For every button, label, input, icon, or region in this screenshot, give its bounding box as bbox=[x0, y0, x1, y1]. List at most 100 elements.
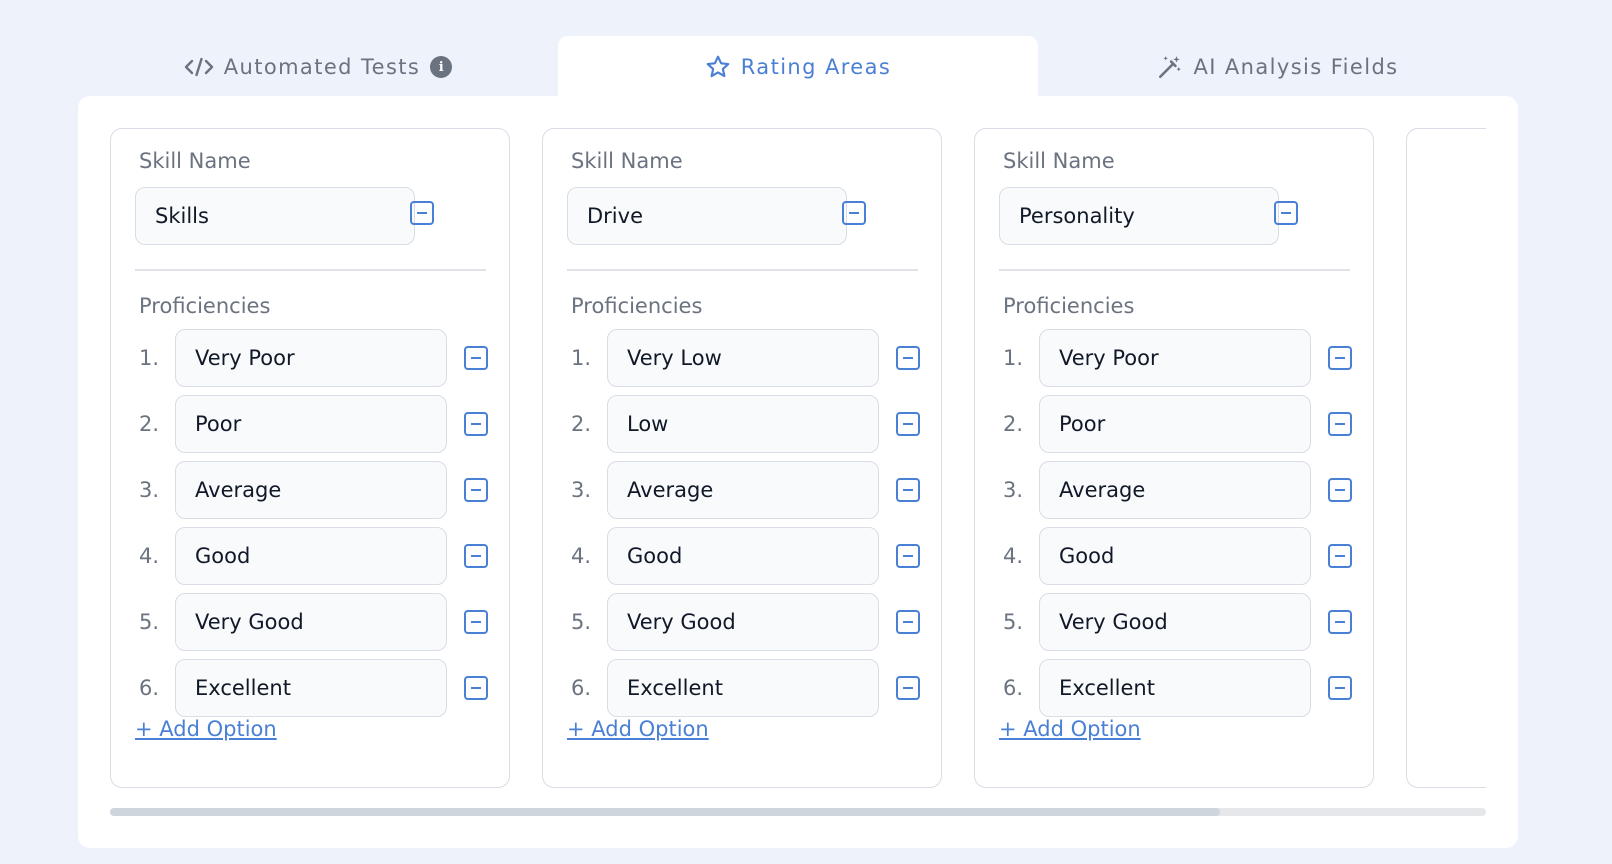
proficiency-row: 4. Good bbox=[543, 527, 943, 585]
tab-ai-analysis-fields[interactable]: AI Analysis Fields bbox=[1038, 36, 1518, 98]
proficiency-row: 3. Average bbox=[543, 461, 943, 519]
skill-name-input[interactable]: Drive bbox=[567, 187, 847, 245]
remove-proficiency-button[interactable] bbox=[896, 478, 920, 502]
remove-proficiency-button[interactable] bbox=[464, 478, 488, 502]
skill-cards-scroller[interactable]: Skill Name Skills Proficiencies 1. Very … bbox=[110, 128, 1486, 788]
proficiency-row: 2. Low bbox=[543, 395, 943, 453]
proficiency-input[interactable]: Excellent bbox=[1039, 659, 1311, 717]
tab-bar: Automated Tests i Rating Areas AI Analys… bbox=[78, 36, 1518, 98]
horizontal-scrollbar[interactable] bbox=[110, 808, 1486, 816]
proficiency-row: 3. Average bbox=[975, 461, 1375, 519]
tab-label: AI Analysis Fields bbox=[1193, 55, 1399, 79]
rating-areas-panel: Skill Name Skills Proficiencies 1. Very … bbox=[78, 96, 1518, 848]
proficiency-input[interactable]: Low bbox=[607, 395, 879, 453]
skill-card-partial bbox=[1406, 128, 1486, 788]
remove-proficiency-button[interactable] bbox=[464, 412, 488, 436]
proficiency-row: 1. Very Poor bbox=[111, 329, 511, 387]
skill-name-input[interactable]: Skills bbox=[135, 187, 415, 245]
divider bbox=[999, 269, 1350, 271]
proficiency-row: 2. Poor bbox=[111, 395, 511, 453]
proficiency-input[interactable]: Very Poor bbox=[175, 329, 447, 387]
proficiency-input[interactable]: Excellent bbox=[607, 659, 879, 717]
remove-skill-button[interactable] bbox=[410, 201, 434, 225]
proficiency-row: 5. Very Good bbox=[543, 593, 943, 651]
tab-label: Rating Areas bbox=[740, 55, 892, 79]
proficiency-row: 5. Very Good bbox=[111, 593, 511, 651]
proficiency-row: 1. Very Poor bbox=[975, 329, 1375, 387]
proficiency-input[interactable]: Good bbox=[1039, 527, 1311, 585]
remove-proficiency-button[interactable] bbox=[896, 412, 920, 436]
proficiency-input[interactable]: Very Good bbox=[175, 593, 447, 651]
code-icon bbox=[184, 56, 214, 78]
tab-automated-tests[interactable]: Automated Tests i bbox=[78, 36, 558, 98]
proficiency-row: 5. Very Good bbox=[975, 593, 1375, 651]
proficiency-number: 1. bbox=[571, 346, 592, 370]
skill-name-label: Skill Name bbox=[1003, 149, 1115, 173]
proficiencies-label: Proficiencies bbox=[139, 294, 271, 318]
proficiency-number: 1. bbox=[139, 346, 160, 370]
proficiencies-label: Proficiencies bbox=[1003, 294, 1135, 318]
skill-card: Skill Name Drive Proficiencies 1. Very L… bbox=[542, 128, 942, 788]
proficiency-number: 2. bbox=[1003, 412, 1024, 436]
magic-wand-icon bbox=[1157, 54, 1183, 80]
skill-name-label: Skill Name bbox=[139, 149, 251, 173]
remove-proficiency-button[interactable] bbox=[1328, 478, 1352, 502]
proficiency-number: 3. bbox=[1003, 478, 1024, 502]
remove-proficiency-button[interactable] bbox=[1328, 610, 1352, 634]
remove-proficiency-button[interactable] bbox=[464, 346, 488, 370]
remove-proficiency-button[interactable] bbox=[1328, 346, 1352, 370]
divider bbox=[567, 269, 918, 271]
remove-proficiency-button[interactable] bbox=[464, 610, 488, 634]
proficiency-number: 6. bbox=[139, 676, 160, 700]
remove-skill-button[interactable] bbox=[842, 201, 866, 225]
proficiency-input[interactable]: Very Good bbox=[607, 593, 879, 651]
remove-proficiency-button[interactable] bbox=[896, 544, 920, 568]
proficiency-input[interactable]: Very Good bbox=[1039, 593, 1311, 651]
skill-name-input[interactable]: Personality bbox=[999, 187, 1279, 245]
remove-proficiency-button[interactable] bbox=[1328, 544, 1352, 568]
add-option-link[interactable]: + Add Option bbox=[135, 717, 277, 741]
proficiency-input[interactable]: Good bbox=[175, 527, 447, 585]
divider bbox=[135, 269, 486, 271]
proficiency-row: 6. Excellent bbox=[543, 659, 943, 717]
proficiency-input[interactable]: Poor bbox=[175, 395, 447, 453]
skill-card: Skill Name Personality Proficiencies 1. … bbox=[974, 128, 1374, 788]
remove-proficiency-button[interactable] bbox=[896, 610, 920, 634]
remove-proficiency-button[interactable] bbox=[896, 346, 920, 370]
proficiency-number: 5. bbox=[1003, 610, 1024, 634]
proficiency-input[interactable]: Average bbox=[1039, 461, 1311, 519]
proficiency-row: 3. Average bbox=[111, 461, 511, 519]
info-icon[interactable]: i bbox=[430, 56, 453, 78]
proficiency-input[interactable]: Good bbox=[607, 527, 879, 585]
proficiency-number: 5. bbox=[571, 610, 592, 634]
proficiency-input[interactable]: Average bbox=[607, 461, 879, 519]
proficiency-input[interactable]: Excellent bbox=[175, 659, 447, 717]
proficiency-number: 4. bbox=[139, 544, 160, 568]
proficiency-number: 3. bbox=[571, 478, 592, 502]
scrollbar-thumb[interactable] bbox=[110, 808, 1220, 816]
remove-proficiency-button[interactable] bbox=[1328, 412, 1352, 436]
add-option-link[interactable]: + Add Option bbox=[999, 717, 1141, 741]
proficiency-input[interactable]: Average bbox=[175, 461, 447, 519]
proficiency-input[interactable]: Very Poor bbox=[1039, 329, 1311, 387]
proficiency-row: 1. Very Low bbox=[543, 329, 943, 387]
tab-label: Automated Tests bbox=[223, 55, 421, 79]
tab-rating-areas[interactable]: Rating Areas bbox=[558, 36, 1038, 98]
proficiency-number: 6. bbox=[571, 676, 592, 700]
proficiencies-label: Proficiencies bbox=[571, 294, 703, 318]
proficiency-number: 4. bbox=[1003, 544, 1024, 568]
proficiency-number: 1. bbox=[1003, 346, 1024, 370]
proficiency-input[interactable]: Poor bbox=[1039, 395, 1311, 453]
remove-skill-button[interactable] bbox=[1274, 201, 1298, 225]
remove-proficiency-button[interactable] bbox=[1328, 676, 1352, 700]
remove-proficiency-button[interactable] bbox=[464, 544, 488, 568]
proficiency-row: 6. Excellent bbox=[111, 659, 511, 717]
proficiency-number: 6. bbox=[1003, 676, 1024, 700]
add-option-link[interactable]: + Add Option bbox=[567, 717, 709, 741]
proficiency-input[interactable]: Very Low bbox=[607, 329, 879, 387]
proficiency-number: 2. bbox=[139, 412, 160, 436]
remove-proficiency-button[interactable] bbox=[464, 676, 488, 700]
proficiency-number: 5. bbox=[139, 610, 160, 634]
remove-proficiency-button[interactable] bbox=[896, 676, 920, 700]
proficiency-number: 2. bbox=[571, 412, 592, 436]
